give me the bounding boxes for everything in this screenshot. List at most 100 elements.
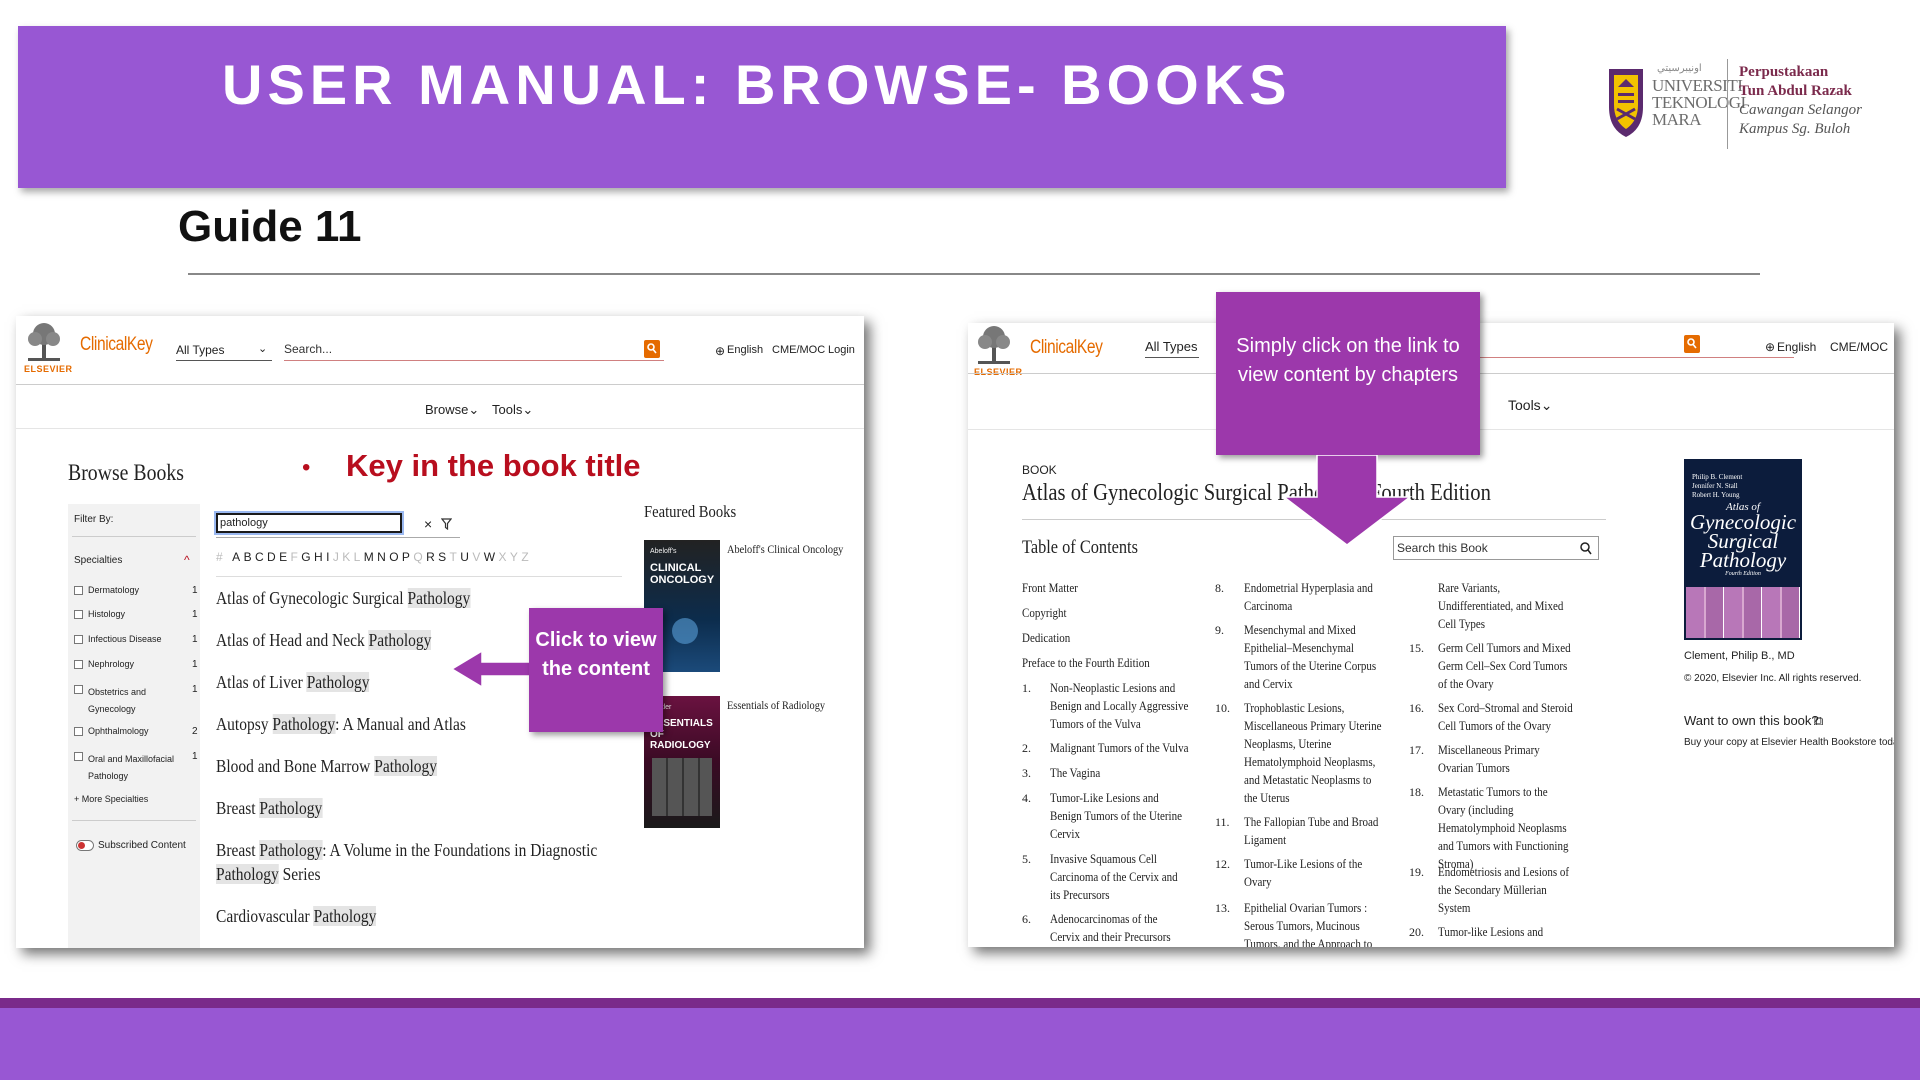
search-button[interactable] — [644, 340, 660, 358]
alpha-d[interactable]: D — [267, 550, 279, 564]
search-this-book-input[interactable]: Search this Book — [1393, 536, 1599, 560]
nav-tools[interactable]: Tools⌄ — [1508, 397, 1552, 414]
chevron-down-icon[interactable]: ⌄ — [258, 342, 267, 355]
toc-link-preface[interactable]: Preface to the Fourth Edition — [1022, 654, 1150, 672]
toc-link-chapter[interactable]: The Fallopian Tube and Broad Ligament — [1244, 813, 1387, 849]
alpha-w[interactable]: W — [484, 550, 499, 564]
search-button[interactable] — [1684, 335, 1700, 353]
alpha-b[interactable]: B — [244, 550, 255, 564]
toc-link-copyright[interactable]: Copyright — [1022, 604, 1067, 622]
type-select[interactable]: All Types — [176, 343, 224, 357]
alpha-e[interactable]: E — [279, 550, 290, 564]
specialty-label: Obstetrics and Gynecology — [88, 687, 147, 714]
toc-link-chapter[interactable]: The Vagina — [1050, 764, 1189, 782]
clear-icon[interactable]: × — [424, 516, 432, 532]
toc-link-chapter[interactable]: Malignant Tumors of the Vulva — [1050, 739, 1189, 757]
toc-link-chapter[interactable]: Adenocarcinomas of the Cervix and their … — [1050, 910, 1189, 947]
toc-link-chapter[interactable]: Rare Variants, Undifferentiated, and Mix… — [1438, 579, 1577, 633]
search-icon[interactable] — [1580, 542, 1592, 555]
toc-link-chapter[interactable]: Endometrial Hyperplasia and Carcinoma — [1244, 579, 1387, 615]
toc-link-chapter[interactable]: Tumor-Like Lesions and Benign Tumors of … — [1050, 789, 1189, 843]
nav-browse[interactable]: Browse⌄ — [425, 402, 479, 418]
nav-tools[interactable]: Tools⌄ — [492, 402, 533, 418]
alpha-h[interactable]: H — [314, 550, 326, 564]
specialty-checkbox[interactable] — [74, 610, 83, 619]
login-link[interactable]: Login — [828, 344, 855, 356]
toc-link-chapter[interactable]: Non-Neoplastic Lesions and Benign and Lo… — [1050, 679, 1189, 733]
book-link[interactable]: Atlas of Gynecologic Surgical Pathology — [216, 588, 471, 609]
alpha-i[interactable]: I — [326, 550, 333, 564]
book-title-search-input[interactable]: pathology — [216, 513, 402, 533]
specialty-count: 2 — [192, 726, 198, 737]
chevron-down-icon: ⌄ — [522, 402, 534, 417]
more-specialties-link[interactable]: + More Specialties — [74, 794, 148, 804]
clinicalkey-wordmark: ClinicalKey — [1030, 337, 1103, 358]
toc-link-chapter[interactable]: Trophoblastic Lesions, Miscellaneous Pri… — [1244, 699, 1387, 807]
specialty-checkbox[interactable] — [74, 752, 83, 761]
chevron-down-icon: ⌄ — [468, 402, 480, 417]
alpha-r[interactable]: R — [426, 550, 438, 564]
cme-link[interactable]: CME/MOC — [772, 344, 825, 356]
toc-link-chapter[interactable]: Miscellaneous Primary Ovarian Tumors — [1438, 741, 1577, 777]
specialty-checkbox[interactable] — [74, 660, 83, 669]
alpha-o[interactable]: O — [389, 550, 402, 564]
alpha-n[interactable]: N — [377, 550, 389, 564]
alpha-s[interactable]: S — [438, 550, 449, 564]
language-link[interactable]: English — [727, 344, 763, 356]
book-link[interactable]: Blood and Bone Marrow Pathology — [216, 756, 438, 777]
type-select-underline — [176, 360, 272, 361]
buy-link[interactable]: Buy your copy at Elsevier Health Booksto… — [1684, 737, 1894, 748]
alpha-p[interactable]: P — [402, 550, 413, 564]
cme-link[interactable]: CME/MOC — [1830, 340, 1888, 354]
book-link[interactable]: Atlas of Liver Pathology — [216, 672, 370, 693]
toc-link-chapter[interactable]: Epithelial Ovarian Tumors : Serous Tumor… — [1244, 899, 1387, 947]
callout-click-link: Simply click on the link to view content… — [1216, 292, 1480, 455]
search-icon — [647, 343, 657, 354]
chevron-up-icon[interactable]: ^ — [184, 553, 190, 567]
toc-link-chapter[interactable]: Metastatic Tumors to the Ovary (includin… — [1438, 783, 1577, 873]
featured-book-link[interactable]: Abeloff's Clinical Oncology — [727, 542, 843, 557]
chapter-number: 18. — [1409, 785, 1424, 799]
toggle-knob — [78, 842, 85, 849]
alpha-m[interactable]: M — [364, 550, 377, 564]
specialty-label: Histology — [88, 609, 126, 619]
type-select[interactable]: All Types — [1145, 339, 1198, 354]
filter-icon[interactable] — [441, 518, 452, 530]
book-link[interactable]: Breast Pathology: A Volume in the Founda… — [216, 840, 597, 861]
book-title-text: Breast — [216, 798, 260, 818]
book-link[interactable]: Atlas of Head and Neck Pathology — [216, 630, 432, 651]
book-link[interactable]: Cardiovascular Pathology — [216, 906, 377, 927]
specialty-checkbox[interactable] — [74, 586, 83, 595]
book-link-continued[interactable]: Pathology Series — [216, 864, 321, 885]
uni-line-3: MARA — [1652, 110, 1702, 129]
toc-link-chapter[interactable]: Tumor-like Lesions and — [1438, 923, 1577, 941]
language-link[interactable]: English — [1777, 340, 1816, 354]
alpha-g[interactable]: G — [301, 550, 314, 564]
book-link[interactable]: Autopsy Pathology: A Manual and Atlas — [216, 714, 466, 735]
browse-books-screenshot: ELSEVIER ClinicalKey All Types ⌄ Search.… — [16, 316, 864, 948]
toc-link-chapter[interactable]: Tumor-Like Lesions of the Ovary — [1244, 855, 1387, 891]
toc-link-chapter[interactable]: Mesenchymal and Mixed Epithelial–Mesench… — [1244, 621, 1387, 693]
toc-link-dedication[interactable]: Dedication — [1022, 629, 1070, 647]
elsevier-tree-icon — [28, 323, 60, 361]
toc-link-chapter[interactable]: Invasive Squamous Cell Carcinoma of the … — [1050, 850, 1189, 904]
specialty-checkbox[interactable] — [74, 635, 83, 644]
subscribed-toggle[interactable] — [76, 840, 94, 851]
cover-author: Philip B. Clement — [1692, 473, 1743, 481]
toc-link-chapter[interactable]: Sex Cord–Stromal and Steroid Cell Tumors… — [1438, 699, 1577, 735]
specialty-checkbox[interactable] — [74, 685, 83, 694]
book-link[interactable]: Breast Pathology — [216, 798, 323, 819]
alpha-a[interactable]: A — [232, 550, 243, 564]
featured-book-link[interactable]: Essentials of Radiology — [727, 698, 825, 713]
top-search-input[interactable]: Search... — [284, 342, 332, 356]
library-line-1: Perpustakaan — [1739, 64, 1829, 80]
toc-link-front-matter[interactable]: Front Matter — [1022, 579, 1078, 597]
alpha-c[interactable]: C — [255, 550, 267, 564]
specialty-checkbox[interactable] — [74, 727, 83, 736]
toc-link-chapter[interactable]: Germ Cell Tumors and Mixed Germ Cell–Sex… — [1438, 639, 1577, 693]
toc-link-chapter[interactable]: Endometriosis and Lesions of the Seconda… — [1438, 863, 1577, 917]
alpha-u[interactable]: U — [460, 550, 472, 564]
search-highlight: Pathology — [259, 798, 323, 818]
toc-heading: Table of Contents — [1022, 537, 1138, 558]
external-link-icon[interactable]: ⧉ — [1814, 713, 1823, 729]
